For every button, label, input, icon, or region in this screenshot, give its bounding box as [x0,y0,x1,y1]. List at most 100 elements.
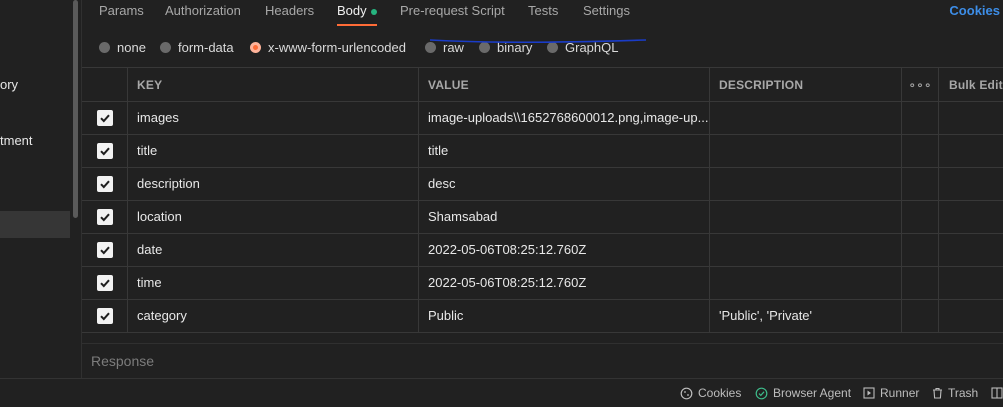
row-value[interactable]: Public [418,299,709,332]
row-key[interactable]: time [127,266,418,299]
statusbar-cookies-label: Cookies [698,386,742,400]
row-value[interactable]: image-uploads\\1652768600012.png,image-u… [418,101,709,134]
cookies-link[interactable]: Cookies [949,3,1000,18]
row-key[interactable]: title [127,134,418,167]
header-check-cell [82,68,127,101]
row-checkbox-cell [82,167,127,200]
row-checkbox[interactable] [96,109,113,126]
bulk-edit-button[interactable]: Bulk Edit [938,68,1003,101]
row-checkbox-cell [82,266,127,299]
tab-label: Tests [528,3,559,18]
row-description[interactable] [709,200,901,233]
tab-label: Params [99,3,144,18]
tab-tests[interactable]: Tests [528,3,558,27]
response-label: Response [91,353,155,369]
layout-icon [991,387,1003,399]
statusbar-trash-button[interactable]: Trash [932,384,978,402]
header-key: KEY [127,68,418,101]
statusbar-cookies-button[interactable]: Cookies [680,384,741,402]
table-row: date 2022-05-06T08:25:12.760Z [82,233,1003,267]
row-description[interactable]: 'Public', 'Private' [709,299,901,332]
tab-params[interactable]: Params [99,3,144,27]
tab-label: Settings [583,3,630,18]
row-value[interactable]: 2022-05-06T08:25:12.760Z [418,266,709,299]
statusbar-browser-agent-label: Browser Agent [773,386,852,400]
cookie-icon [680,387,693,399]
row-more-cell [901,200,938,233]
row-more-cell [901,266,938,299]
more-options-icon[interactable]: ∘∘∘ [901,68,938,101]
row-bulk-cell [938,167,1003,200]
radio-selected-icon [250,41,261,53]
row-key[interactable]: category [127,299,418,332]
tab-settings[interactable]: Settings [583,3,630,27]
row-more-cell [901,299,938,332]
checkmark-icon [99,244,111,256]
tab-pre-request-script[interactable]: Pre-request Script [400,3,505,27]
radio-form-data[interactable]: form-data [160,38,234,56]
statusbar-runner-button[interactable]: Runner [863,384,919,402]
row-checkbox-cell [82,101,127,134]
response-panel-header[interactable]: Response [82,343,1003,379]
row-checkbox[interactable] [96,175,113,192]
row-checkbox-cell [82,200,127,233]
statusbar-runner-label: Runner [880,386,920,400]
statusbar-browser-agent-button[interactable]: Browser Agent [755,384,851,402]
status-bar: Cookies Browser Agent Runner Trash [0,378,1003,407]
sidebar-scrollbar[interactable] [73,0,78,218]
row-checkbox[interactable] [96,142,113,159]
row-value[interactable]: Shamsabad [418,200,709,233]
statusbar-layout-button[interactable] [991,384,1003,402]
row-description[interactable] [709,101,901,134]
row-key[interactable]: images [127,101,418,134]
radio-none[interactable]: none [99,38,146,56]
checkmark-icon [99,277,111,289]
tab-label: Authorization [165,3,241,18]
check-circle-icon [755,387,768,399]
sidebar-item-history[interactable]: ory [0,77,18,92]
row-bulk-cell [938,101,1003,134]
tab-label: Body [337,3,367,18]
row-checkbox[interactable] [96,208,113,225]
row-description[interactable] [709,233,901,266]
row-value[interactable]: desc [418,167,709,200]
row-value[interactable]: title [418,134,709,167]
row-bulk-cell [938,266,1003,299]
sidebar-selected-item[interactable] [0,211,70,238]
row-checkbox[interactable] [96,307,113,324]
annotation-underline [429,39,647,44]
row-value[interactable]: 2022-05-06T08:25:12.760Z [418,233,709,266]
row-checkbox[interactable] [96,241,113,258]
tab-body[interactable]: Body [337,3,377,27]
table-row: title title [82,134,1003,168]
sidebar: ory tment [0,0,82,378]
table-row: category Public 'Public', 'Private' [82,299,1003,333]
row-key[interactable]: location [127,200,418,233]
radio-label: none [117,39,146,55]
radio-circle-icon [160,41,171,53]
body-status-dot [370,8,377,15]
radio-label: x-www-form-urlencoded [268,39,406,55]
row-description[interactable] [709,266,901,299]
tab-headers[interactable]: Headers [265,3,314,27]
tab-label: Headers [265,3,315,18]
checkmark-icon [99,145,111,157]
table-header-row: KEY VALUE DESCRIPTION ∘∘∘ Bulk Edit [82,68,1003,102]
checkmark-icon [99,211,111,223]
row-key[interactable]: description [127,167,418,200]
tab-authorization[interactable]: Authorization [165,3,241,27]
row-description[interactable] [709,134,901,167]
tab-label: Pre-request Script [400,3,505,18]
table-row: description desc [82,167,1003,201]
row-description[interactable] [709,167,901,200]
runner-icon [863,387,875,399]
trash-icon [933,387,942,399]
row-checkbox-cell [82,233,127,266]
row-checkbox-cell [82,134,127,167]
row-bulk-cell [938,134,1003,167]
active-tab-indicator [337,24,377,26]
row-checkbox[interactable] [96,274,113,291]
radio-x-www-form-urlencoded[interactable]: x-www-form-urlencoded [250,38,406,56]
sidebar-item-environment[interactable]: tment [0,133,33,148]
row-key[interactable]: date [127,233,418,266]
